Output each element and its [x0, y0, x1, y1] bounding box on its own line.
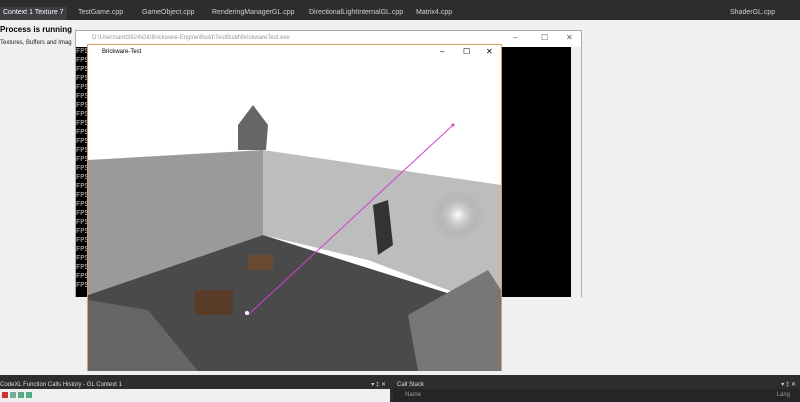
minimize-button[interactable]: –	[440, 47, 444, 56]
tab-context-texture[interactable]: Context 1 Texture 7	[0, 7, 67, 20]
document-subtitle: Textures, Buffers and Imag	[0, 40, 72, 46]
tab-shadergl[interactable]: ShaderGL.cpp	[730, 9, 775, 16]
column-name[interactable]: Name	[405, 392, 421, 398]
game-title-bar[interactable]: Brickware-Test – ☐ ✕	[88, 45, 501, 60]
panel-title: Call Stack	[397, 382, 425, 388]
save-icon[interactable]	[10, 392, 16, 398]
minimize-button[interactable]: –	[513, 33, 517, 42]
call-stack-panel: Call Stack ▾ ‡ ✕ Name Lang	[393, 377, 800, 402]
top-toolbar	[0, 0, 800, 7]
console-title: D:\Users\amt3824\Git\Brickware-Engine\Bu…	[92, 35, 290, 41]
game-window[interactable]: Brickware-Test – ☐ ✕	[87, 44, 502, 371]
game-title: Brickware-Test	[102, 49, 142, 55]
record-icon[interactable]	[2, 392, 8, 398]
document-tabs: Context 1 Texture 7 TestGame.cpp GameObj…	[0, 7, 800, 20]
process-status: Process is running	[0, 25, 73, 34]
tab-testgame[interactable]: TestGame.cpp	[78, 9, 123, 16]
panel-controls[interactable]: ▾ ‡ ✕	[371, 381, 386, 388]
crate	[248, 255, 273, 270]
game-viewport[interactable]	[88, 60, 501, 371]
tab-renderingmanager[interactable]: RenderingManagerGL.cpp	[212, 9, 295, 16]
column-lang[interactable]: Lang	[777, 392, 790, 398]
function-calls-history-panel: CodeXL Function Calls History - GL Conte…	[0, 377, 390, 402]
step-back-icon[interactable]	[18, 392, 24, 398]
panel-controls[interactable]: ▾ ‡ ✕	[781, 381, 796, 388]
close-button[interactable]: ✕	[566, 33, 573, 42]
maximize-button[interactable]: ☐	[541, 33, 548, 42]
tab-directionallight[interactable]: DirectionalLightInternalGL.cpp	[309, 9, 403, 16]
close-button[interactable]: ✕	[486, 47, 493, 56]
tab-gameobject[interactable]: GameObject.cpp	[142, 9, 195, 16]
maximize-button[interactable]: ☐	[463, 47, 470, 56]
tab-matrix4[interactable]: Matrix4.cpp	[416, 9, 452, 16]
step-forward-icon[interactable]	[26, 392, 32, 398]
scrollbar[interactable]	[571, 47, 581, 297]
bottom-panels: CodeXL Function Calls History - GL Conte…	[0, 377, 800, 402]
panel-title: CodeXL Function Calls History - GL Conte…	[0, 382, 122, 388]
crate	[195, 290, 233, 315]
